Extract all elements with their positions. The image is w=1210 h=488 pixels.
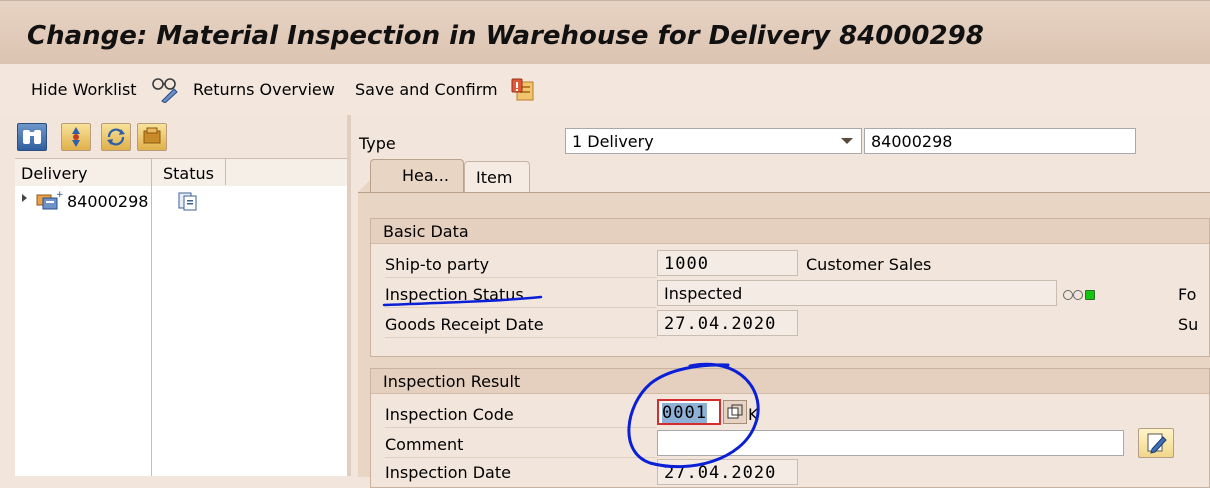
status-light-yellow-icon — [1073, 290, 1083, 300]
page-title: Change: Material Inspection in Warehouse… — [27, 21, 984, 51]
basic-data-header: Basic Data — [371, 219, 1209, 244]
basic-data-group: Basic Data Ship-to party 1000 Customer S… — [370, 218, 1210, 357]
copy-icon — [727, 404, 743, 419]
inspection-code-overflow: K — [748, 405, 759, 424]
filter-icon[interactable] — [61, 123, 91, 151]
inspection-result-title: Inspection Result — [383, 372, 521, 391]
edit-pencil-icon — [1147, 433, 1167, 454]
returns-overview-button[interactable]: Returns Overview — [193, 80, 335, 99]
status-doc-icon — [178, 192, 197, 211]
inspection-status-label: Inspection Status — [385, 285, 524, 304]
inspection-status-value: Inspected — [664, 284, 743, 303]
chevron-down-icon[interactable] — [841, 138, 853, 144]
goods-receipt-date-field[interactable]: 27.04.2020 — [657, 310, 798, 336]
detail-pane: Type 1 Delivery 84000298 Hea... Item Bas… — [351, 115, 1210, 488]
tree-row[interactable]: + 84000298 — [15, 188, 348, 214]
document-number-field[interactable]: 84000298 — [864, 128, 1136, 154]
hide-worklist-button[interactable]: Hide Worklist — [31, 80, 137, 99]
column-status[interactable]: Status — [163, 164, 214, 183]
column-divider — [225, 158, 226, 185]
ship-to-label: Ship-to party — [385, 255, 490, 274]
inspection-code-field[interactable]: 0001 — [657, 399, 721, 425]
status-lights — [1063, 290, 1107, 300]
goods-receipt-date-value: 27.04.2020 — [664, 314, 777, 334]
status-light-green-icon — [1085, 290, 1095, 300]
inspection-result-header: Inspection Result — [371, 369, 1209, 394]
worklist-tree: + 84000298 — [15, 186, 348, 476]
ship-to-value: 1000 — [664, 254, 709, 274]
binoculars-icon[interactable] — [17, 123, 47, 151]
tab-body: Basic Data Ship-to party 1000 Customer S… — [358, 192, 1210, 488]
application-toolbar: Hide Worklist Returns Overview Save and … — [0, 64, 1210, 116]
tab-strip: Hea... Item — [358, 159, 1210, 193]
column-delivery[interactable]: Delivery — [21, 164, 87, 183]
inspection-date-field[interactable]: 27.04.2020 — [657, 459, 798, 485]
tab-header[interactable]: Hea... — [370, 159, 464, 192]
expand-arrow-icon[interactable] — [22, 194, 27, 202]
edit-comment-button[interactable] — [1138, 428, 1174, 458]
row-divider — [385, 457, 657, 458]
delivery-icon: + — [36, 190, 64, 210]
truncated-label-fo: Fo — [1178, 285, 1197, 304]
save-and-confirm-button[interactable]: Save and Confirm — [355, 80, 498, 99]
goods-receipt-date-label: Goods Receipt Date — [385, 315, 544, 334]
document-number-value: 84000298 — [871, 132, 953, 151]
worklist-pane: Delivery Status + 84000298 — [0, 115, 350, 476]
ship-to-name: Customer Sales — [806, 255, 932, 274]
glasses-icon[interactable] — [150, 77, 180, 103]
column-divider — [151, 158, 152, 476]
title-bar: Change: Material Inspection in Warehouse… — [0, 0, 1210, 65]
type-dropdown[interactable]: 1 Delivery — [565, 128, 862, 154]
type-label: Type — [359, 134, 396, 153]
type-dropdown-value: 1 Delivery — [572, 132, 654, 151]
status-light-red-icon — [1063, 290, 1073, 300]
row-divider — [385, 337, 657, 338]
refresh-icon[interactable] — [101, 123, 131, 151]
comment-label: Comment — [385, 435, 464, 454]
inspection-code-label: Inspection Code — [385, 405, 514, 424]
inspection-date-label: Inspection Date — [385, 463, 511, 482]
inspection-status-field[interactable]: Inspected — [657, 280, 1057, 306]
tab-item-label: Item — [476, 168, 513, 187]
tab-header-label: Hea... — [402, 166, 449, 185]
inspection-date-value: 27.04.2020 — [664, 463, 777, 483]
inspection-code-value: 0001 — [662, 403, 707, 423]
tab-item[interactable]: Item — [464, 161, 530, 192]
settings-icon[interactable] — [137, 123, 167, 151]
truncated-label-su: Su — [1178, 315, 1199, 334]
basic-data-title: Basic Data — [383, 222, 469, 241]
comment-field[interactable] — [657, 430, 1124, 456]
svg-text:+: + — [56, 190, 64, 200]
delivery-number[interactable]: 84000298 — [67, 192, 148, 211]
row-divider — [385, 277, 657, 278]
row-divider — [385, 427, 657, 428]
value-help-button[interactable] — [723, 400, 747, 424]
worklist-header: Delivery Status — [15, 158, 348, 187]
save-confirm-icon[interactable] — [509, 76, 537, 104]
ship-to-field[interactable]: 1000 — [657, 250, 798, 276]
tab-notch — [358, 179, 370, 193]
row-divider — [385, 307, 657, 308]
inspection-result-group: Inspection Result Inspection Code 0001 K… — [370, 368, 1210, 488]
